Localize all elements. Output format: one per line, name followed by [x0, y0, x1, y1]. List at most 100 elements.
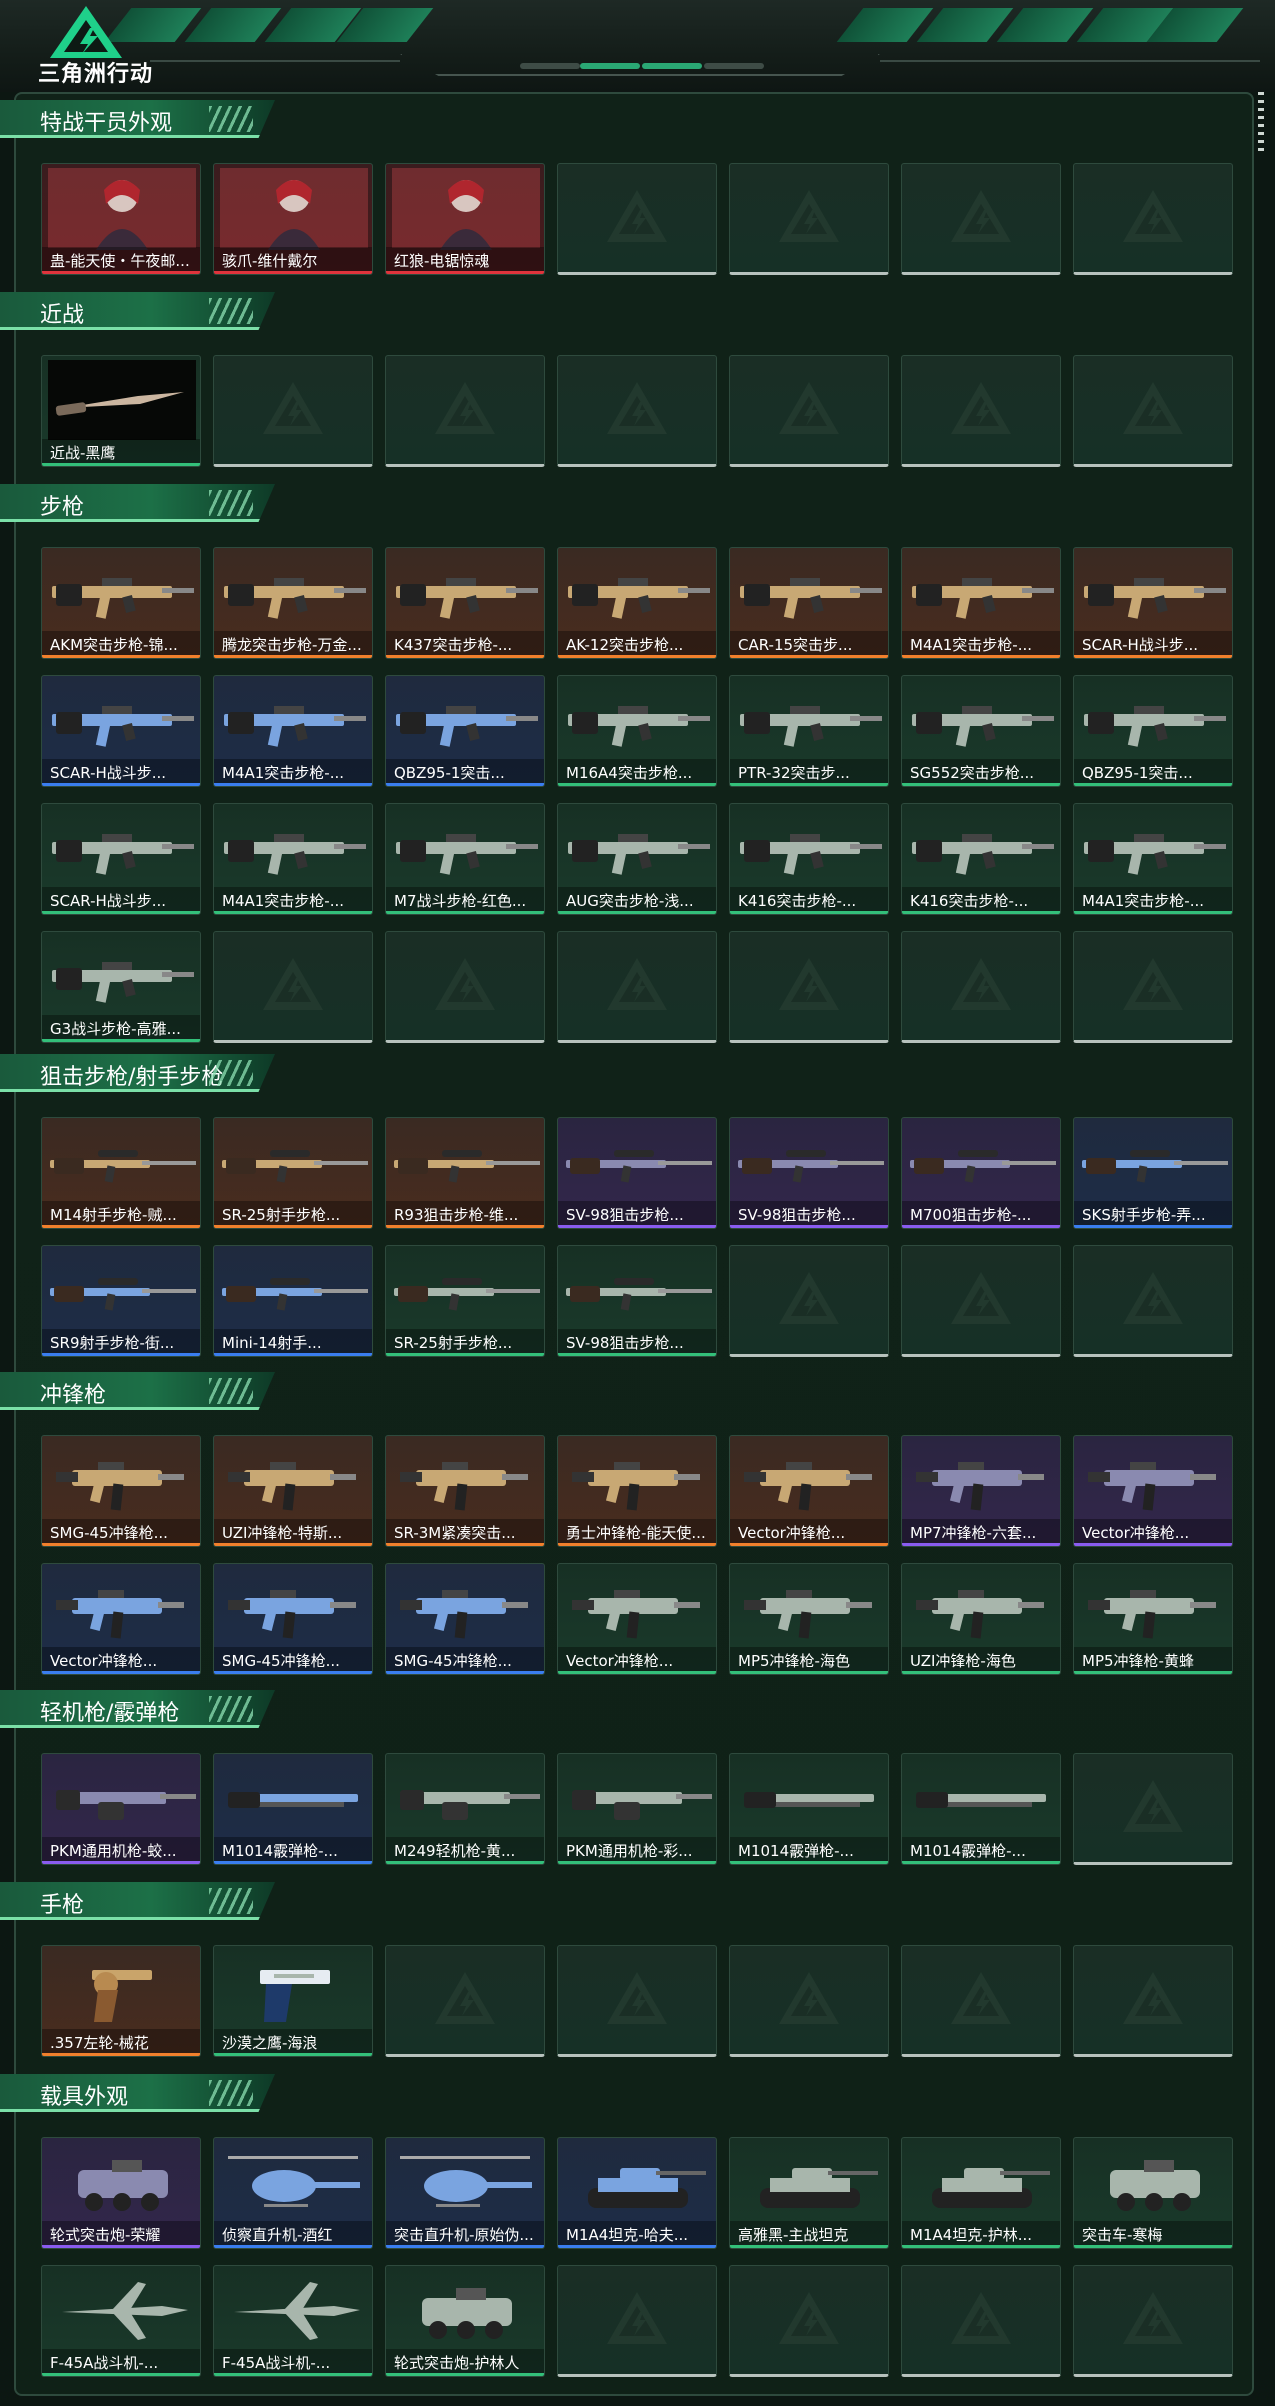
item-card[interactable]: M4A1突击步枪-...	[1073, 803, 1233, 915]
placeholder-logo-icon	[949, 1970, 1013, 2026]
item-card[interactable]: 近战-黑鹰	[41, 355, 201, 467]
item-card[interactable]: AUG突击步枪-浅...	[557, 803, 717, 915]
rarity-bar	[42, 655, 200, 658]
item-card[interactable]: UZI冲锋枪-特斯...	[213, 1435, 373, 1547]
rarity-bar	[386, 1543, 544, 1546]
item-card[interactable]: M1A4坦克-护林...	[901, 2137, 1061, 2249]
rarity-bar	[1074, 1671, 1232, 1674]
item-card[interactable]: 轮式突击炮-荣耀	[41, 2137, 201, 2249]
item-card[interactable]: 突击直升机-原始伪...	[385, 2137, 545, 2249]
item-card[interactable]: 轮式突击炮-护林人	[385, 2265, 545, 2377]
item-card[interactable]: M14射手步枪-贼...	[41, 1117, 201, 1229]
item-card[interactable]: M7战斗步枪-红色...	[385, 803, 545, 915]
item-card[interactable]: SG552突击步枪...	[901, 675, 1061, 787]
item-card[interactable]: M4A1突击步枪-...	[901, 547, 1061, 659]
item-card[interactable]: SMG-45冲锋枪...	[41, 1435, 201, 1547]
item-card[interactable]: CAR-15突击步...	[729, 547, 889, 659]
rarity-bar	[386, 1671, 544, 1674]
item-card[interactable]: F-45A战斗机-...	[41, 2265, 201, 2377]
item-card[interactable]: PKM通用机枪-彩...	[557, 1753, 717, 1865]
item-name: 骇爪-维什戴尔	[214, 247, 372, 271]
item-card[interactable]: 沙漠之鹰-海浪	[213, 1945, 373, 2057]
item-card[interactable]: MP7冲锋枪-六套...	[901, 1435, 1061, 1547]
item-card[interactable]: 腾龙突击步枪-万金...	[213, 547, 373, 659]
empty-slot	[901, 1245, 1061, 1357]
item-name: SCAR-H战斗步...	[42, 759, 200, 783]
item-card[interactable]: SV-98狙击步枪...	[557, 1117, 717, 1229]
item-name: M1014霰弹枪-...	[730, 1837, 888, 1861]
item-card[interactable]: R93狙击步枪-维...	[385, 1117, 545, 1229]
placeholder-logo-icon	[261, 380, 325, 436]
item-card[interactable]: SV-98狙击步枪...	[557, 1245, 717, 1357]
item-card[interactable]: 骇爪-维什戴尔	[213, 163, 373, 275]
item-name: M4A1突击步枪-...	[902, 631, 1060, 655]
item-card[interactable]: Vector冲锋枪...	[1073, 1435, 1233, 1547]
sniper-rifle-icon	[730, 1118, 888, 1206]
item-card[interactable]: M1014霰弹枪-...	[213, 1753, 373, 1865]
item-card[interactable]: G3战斗步枪-高雅...	[41, 931, 201, 1043]
item-card[interactable]: M16A4突击步枪...	[557, 675, 717, 787]
item-card[interactable]: SV-98狙击步枪...	[729, 1117, 889, 1229]
rarity-bar	[42, 271, 200, 274]
item-card[interactable]: Mini-14射手...	[213, 1245, 373, 1357]
item-card[interactable]: QBZ95-1突击...	[1073, 675, 1233, 787]
item-card[interactable]: SR9射手步枪-街...	[41, 1245, 201, 1357]
item-card[interactable]: PTR-32突击步...	[729, 675, 889, 787]
item-card[interactable]: .357左轮-械花	[41, 1945, 201, 2057]
scroll-indicator[interactable]	[1258, 92, 1264, 152]
item-card[interactable]: SMG-45冲锋枪...	[385, 1563, 545, 1675]
item-card[interactable]: 蛊-能天使・午夜邮...	[41, 163, 201, 275]
rarity-bar	[386, 271, 544, 274]
item-card[interactable]: K437突击步枪-...	[385, 547, 545, 659]
item-card[interactable]: UZI冲锋枪-海色	[901, 1563, 1061, 1675]
section-header: 步枪	[0, 484, 275, 522]
item-card[interactable]: M4A1突击步枪-...	[213, 803, 373, 915]
rarity-bar	[386, 1225, 544, 1228]
item-card[interactable]: K416突击步枪-...	[901, 803, 1061, 915]
item-card[interactable]: SCAR-H战斗步...	[1073, 547, 1233, 659]
placeholder-logo-icon	[605, 380, 669, 436]
rarity-bar	[214, 1543, 372, 1546]
item-card[interactable]: SCAR-H战斗步...	[41, 675, 201, 787]
sniper-rifle-icon	[214, 1118, 372, 1206]
item-card[interactable]: M1014霰弹枪-...	[729, 1753, 889, 1865]
item-card[interactable]: Vector冲锋枪...	[729, 1435, 889, 1547]
rarity-bar	[42, 2245, 200, 2248]
item-card[interactable]: SCAR-H战斗步...	[41, 803, 201, 915]
item-card[interactable]: Vector冲锋枪...	[557, 1563, 717, 1675]
item-card[interactable]: QBZ95-1突击...	[385, 675, 545, 787]
item-card[interactable]: M700狙击步枪-...	[901, 1117, 1061, 1229]
item-card[interactable]: M1A4坦克-哈夫...	[557, 2137, 717, 2249]
item-card[interactable]: SR-3M紧凑突击...	[385, 1435, 545, 1547]
item-card[interactable]: MP5冲锋枪-海色	[729, 1563, 889, 1675]
header-line	[880, 60, 1260, 62]
placeholder-logo-icon	[433, 380, 497, 436]
empty-slot	[729, 355, 889, 467]
item-card[interactable]: K416突击步枪-...	[729, 803, 889, 915]
item-card[interactable]: 高雅黑-主战坦克	[729, 2137, 889, 2249]
item-card[interactable]: 侦察直升机-酒红	[213, 2137, 373, 2249]
item-card[interactable]: SR-25射手步枪...	[213, 1117, 373, 1229]
item-name: R93狙击步枪-维...	[386, 1201, 544, 1225]
item-card[interactable]: SR-25射手步枪...	[385, 1245, 545, 1357]
item-card[interactable]: SKS射手步枪-弄...	[1073, 1117, 1233, 1229]
item-card[interactable]: M4A1突击步枪-...	[213, 675, 373, 787]
item-card[interactable]: Vector冲锋枪...	[41, 1563, 201, 1675]
empty-slot	[1073, 163, 1233, 275]
item-name: AK-12突击步枪...	[558, 631, 716, 655]
rarity-bar	[42, 1861, 200, 1864]
item-card[interactable]: M1014霰弹枪-...	[901, 1753, 1061, 1865]
armored-vehicle-icon	[42, 2138, 200, 2226]
item-card[interactable]: 勇士冲锋枪-能天使...	[557, 1435, 717, 1547]
item-card[interactable]: SMG-45冲锋枪...	[213, 1563, 373, 1675]
item-card[interactable]: M249轻机枪-黄...	[385, 1753, 545, 1865]
section-title: 步枪	[40, 495, 85, 520]
item-card[interactable]: AK-12突击步枪...	[557, 547, 717, 659]
item-card[interactable]: 突击车-寒梅	[1073, 2137, 1233, 2249]
item-card[interactable]: MP5冲锋枪-黄蜂	[1073, 1563, 1233, 1675]
item-card[interactable]: F-45A战斗机-...	[213, 2265, 373, 2377]
item-card[interactable]: PKM通用机枪-蛟...	[41, 1753, 201, 1865]
item-card[interactable]: 红狼-电锯惊魂	[385, 163, 545, 275]
item-card[interactable]: AKM突击步枪-锦...	[41, 547, 201, 659]
placeholder-logo-icon	[1121, 380, 1185, 436]
